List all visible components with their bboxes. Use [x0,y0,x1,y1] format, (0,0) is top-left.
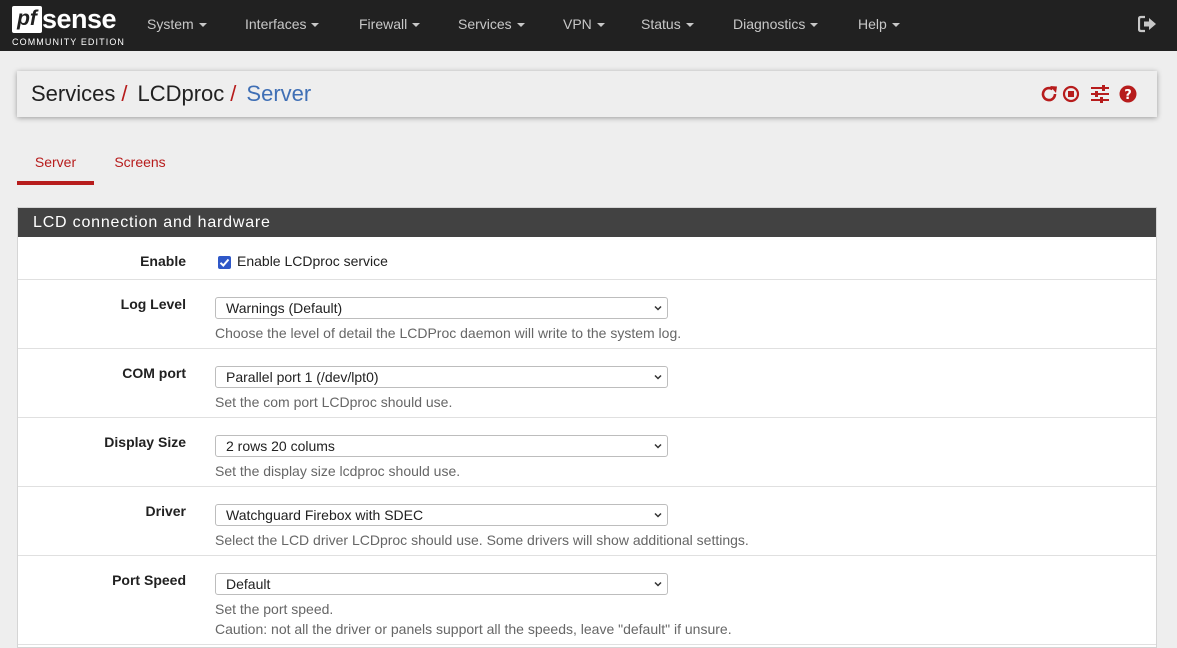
nav-menu-vpn[interactable]: VPN [563,0,605,50]
pfsense-logo[interactable]: pf sense COMMUNITY EDITION [12,4,124,47]
breadcrumb-bar: Services / LCDproc / Server ? [17,71,1157,117]
nav-menu-firewall[interactable]: Firewall [359,0,421,50]
driver-select[interactable]: Watchguard Firebox with SDEC [215,504,668,526]
panel-title: LCD connection and hardware [18,208,1156,237]
caret-down-icon [891,23,900,28]
settings-sliders-icon[interactable] [1090,84,1110,104]
field-help: Choose the level of detail the LCDProc d… [215,325,682,341]
select-value: Warnings (Default) [226,300,343,316]
chevron-down-icon [654,512,662,518]
sign-out-icon[interactable] [1137,15,1158,33]
caret-down-icon [685,23,694,28]
nav-menu-system[interactable]: System [147,0,207,50]
top-navbar: pf sense COMMUNITY EDITION System Interf… [0,0,1177,51]
tab-screens[interactable]: Screens [105,143,175,185]
breadcrumb-current[interactable]: Server [246,81,311,106]
stop-icon[interactable] [1061,84,1081,104]
field-help: Set the port speed. [215,601,334,617]
breadcrumb-separator: / [121,81,128,106]
select-value: Watchguard Firebox with SDEC [226,507,424,523]
logo-wordmark: sense [42,4,117,34]
breadcrumb-item-lcdproc[interactable]: LCDproc [137,81,224,106]
field-label: Enable [140,253,186,269]
chevron-down-icon [654,374,662,380]
nav-menu-diagnostics[interactable]: Diagnostics [733,0,819,50]
chevron-down-icon [654,581,662,587]
port-speed-select[interactable]: Default [215,573,668,595]
field-help-caution: Caution: not all the driver or panels su… [215,621,732,637]
tab-label: Server [34,154,77,170]
display-size-select[interactable]: 2 rows 20 colums [215,435,668,457]
field-help: Set the display size lcdproc should use. [215,463,461,479]
svg-text:?: ? [1124,88,1132,103]
nav-menu-label: VPN [563,16,592,32]
caret-down-icon [311,23,320,28]
com-port-select[interactable]: Parallel port 1 (/dev/lpt0) [215,366,668,388]
nav-menu-label: Status [641,16,681,32]
select-value: Default [226,576,271,592]
chevron-down-icon [654,305,662,311]
form-row-enable: Enable Enable LCDproc service [18,237,1156,280]
breadcrumb-actions: ? [1039,84,1143,106]
field-help: Set the com port LCDproc should use. [215,394,453,410]
nav-menu-services[interactable]: Services [458,0,525,50]
restart-icon[interactable] [1039,84,1059,104]
nav-menu-label: Interfaces [245,16,307,32]
field-label: Display Size [104,434,186,450]
chevron-down-icon [654,443,662,449]
caret-down-icon [810,23,819,28]
nav-menu-help[interactable]: Help [858,0,900,50]
form-row-display-size: Display Size 2 rows 20 colums Set the di… [18,418,1156,487]
nav-menu-label: Services [458,16,512,32]
select-value: Parallel port 1 (/dev/lpt0) [226,369,379,385]
enable-checkbox[interactable] [218,256,231,269]
tab-server[interactable]: Server [17,143,94,185]
breadcrumb-item-services[interactable]: Services [31,81,115,106]
enable-checkbox-label[interactable]: Enable LCDproc service [237,253,388,269]
caret-down-icon [516,23,525,28]
lcd-connection-panel: LCD connection and hardware Enable Enabl… [17,207,1157,648]
form-row-port-speed: Port Speed Default Set the port speed. C… [18,556,1156,645]
form-row-com-port: COM port Parallel port 1 (/dev/lpt0) Set… [18,349,1156,418]
caret-down-icon [596,23,605,28]
form-row-driver: Driver Watchguard Firebox with SDEC Sele… [18,487,1156,556]
form-row-log-level: Log Level Warnings (Default) Choose the … [18,280,1156,349]
breadcrumb: Services / LCDproc / Server [31,71,311,117]
log-level-select[interactable]: Warnings (Default) [215,297,668,319]
logo-edition: COMMUNITY EDITION [12,37,126,47]
select-value: 2 rows 20 colums [226,438,335,454]
field-label: Log Level [120,296,186,312]
tab-label: Screens [114,154,166,170]
field-label: COM port [122,365,186,381]
field-help: Select the LCD driver LCDproc should use… [215,532,749,548]
caret-down-icon [198,23,207,28]
nav-menu-label: Firewall [359,16,408,32]
nav-menu-label: Diagnostics [733,16,806,32]
nav-menu-label: Help [858,16,887,32]
help-icon[interactable]: ? [1118,84,1138,104]
field-label: Driver [145,503,186,519]
breadcrumb-separator: / [230,81,237,106]
logo-pf-mark: pf [12,6,42,33]
field-label: Port Speed [112,572,186,588]
caret-down-icon [412,23,421,28]
nav-menu-label: System [147,16,194,32]
nav-menu-status[interactable]: Status [641,0,694,50]
nav-menu-interfaces[interactable]: Interfaces [245,0,320,50]
